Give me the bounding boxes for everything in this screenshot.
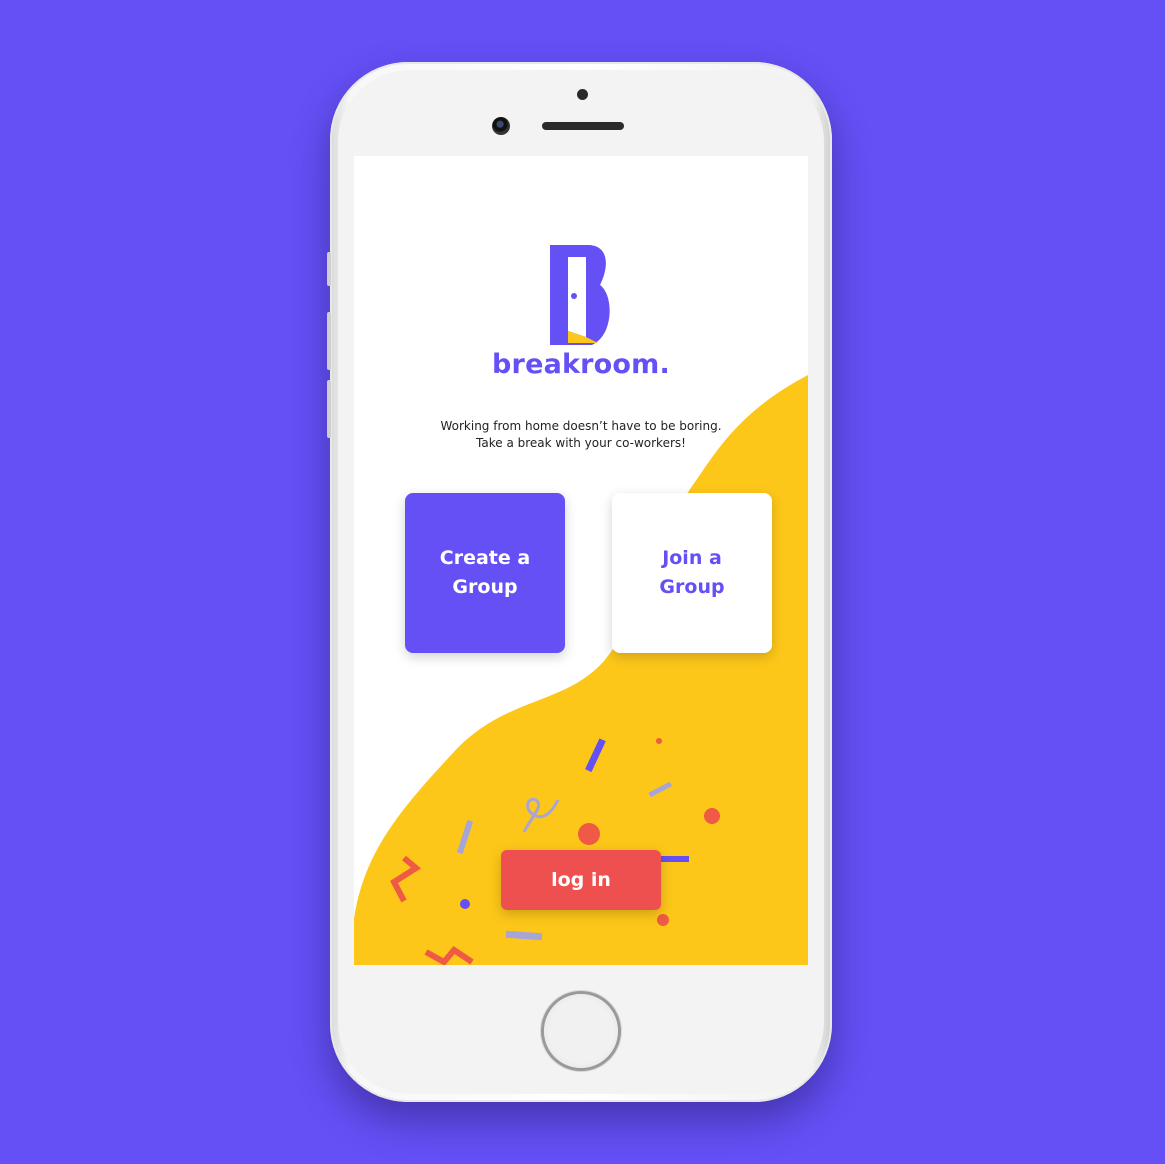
app-screen: breakroom. Working from home doesn’t hav… [354, 156, 808, 965]
tagline: Working from home doesn’t have to be bor… [354, 418, 808, 452]
volume-up-button [327, 312, 331, 370]
tagline-line-2: Take a break with your co-workers! [476, 436, 686, 450]
door-b-logo-icon [550, 245, 610, 345]
create-group-label: Create a Group [439, 547, 531, 598]
app-wordmark: breakroom. [492, 349, 670, 380]
login-label: log in [551, 869, 611, 891]
create-group-button[interactable]: Create a Group [405, 493, 565, 653]
join-group-button[interactable]: Join a Group [612, 493, 772, 653]
earpiece-speaker [542, 122, 624, 130]
proximity-sensor [577, 89, 588, 100]
login-button[interactable]: log in [501, 850, 661, 910]
home-button[interactable] [544, 994, 618, 1068]
tagline-line-1: Working from home doesn’t have to be bor… [440, 419, 722, 433]
volume-down-button [327, 380, 331, 438]
front-camera-icon [492, 117, 510, 135]
mute-switch [327, 252, 331, 286]
join-group-label: Join a Group [659, 547, 725, 598]
